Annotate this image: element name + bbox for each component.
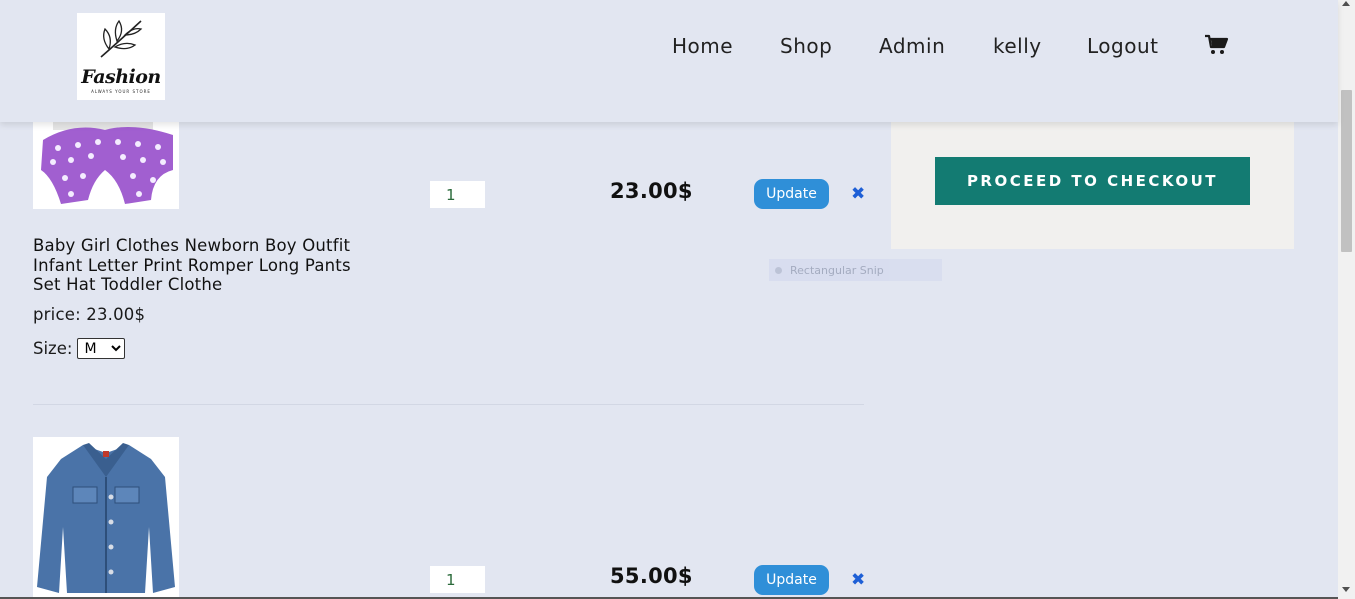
snip-overlay: Rectangular Snip [769, 259, 942, 281]
line-total: 55.00$ [610, 564, 693, 588]
quantity-input[interactable] [430, 566, 485, 593]
brand-tagline: ALWAYS YOUR STORE [91, 89, 151, 94]
shopping-cart-icon[interactable] [1205, 34, 1229, 56]
row-divider [33, 404, 864, 405]
vertical-scrollbar[interactable] [1338, 0, 1355, 599]
line-total: 23.00$ [610, 179, 693, 203]
size-label: Size: [33, 339, 73, 358]
quantity-input[interactable] [430, 181, 485, 208]
nav-logout[interactable]: Logout [1087, 30, 1158, 62]
nav-admin[interactable]: Admin [879, 30, 945, 62]
snip-label: Rectangular Snip [790, 263, 884, 277]
product-price: price: 23.00$ [33, 305, 146, 324]
size-select[interactable]: M [77, 338, 126, 359]
size-row: Size: M [33, 338, 126, 359]
nav-user-kelly[interactable]: kelly [993, 30, 1042, 62]
update-button[interactable]: Update [754, 565, 829, 595]
snip-icon [775, 266, 782, 274]
product-title: Baby Girl Clothes Newborn Boy Outfit Inf… [33, 236, 351, 294]
update-button[interactable]: Update [754, 179, 829, 209]
product-image-jacket [33, 437, 179, 597]
brand-logo[interactable]: Fashion ALWAYS YOUR STORE [77, 13, 165, 100]
close-icon[interactable]: ✖ [851, 184, 865, 204]
nav-home[interactable]: Home [672, 30, 733, 62]
scroll-down-arrow-icon[interactable] [1342, 587, 1350, 592]
brand-name: Fashion [81, 66, 161, 88]
nav-shop[interactable]: Shop [780, 30, 832, 62]
proceed-to-checkout-button[interactable]: PROCEED TO CHECKOUT [935, 157, 1250, 205]
site-header: Fashion ALWAYS YOUR STORE Home Shop Admi… [0, 0, 1338, 122]
close-icon[interactable]: ✖ [851, 570, 865, 590]
scroll-up-arrow-icon[interactable] [1342, 1, 1350, 6]
scroll-thumb[interactable] [1341, 90, 1352, 252]
